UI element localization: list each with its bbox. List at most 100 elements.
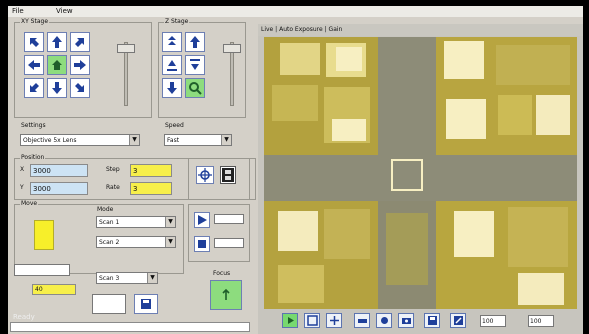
record-stop-button[interactable] — [194, 236, 210, 252]
tool-snapshot-button[interactable] — [398, 313, 414, 328]
arrow-down-right-icon — [75, 83, 84, 92]
tool-live-button[interactable] — [282, 313, 298, 328]
xy-stage-title: XY Stage — [20, 18, 50, 25]
z-position-field[interactable] — [14, 264, 70, 276]
move-up-left-button[interactable] — [24, 32, 44, 52]
film-icon — [222, 168, 234, 182]
zoom-field-2[interactable]: 100 — [528, 315, 554, 327]
move-down-left-button[interactable] — [24, 78, 44, 98]
speed-value: Fast — [167, 137, 180, 144]
arrow-down-icon — [52, 82, 62, 94]
center-button[interactable] — [47, 55, 67, 75]
objective-value: Objective 5x Lens — [23, 137, 77, 144]
step-label: Step — [106, 166, 120, 173]
status-bar: Ready — [10, 313, 250, 332]
mode-value-3: Scan 3 — [99, 275, 120, 282]
z-stage-title: Z Stage — [164, 18, 190, 25]
menu-file[interactable]: File — [12, 7, 24, 15]
move-down-button[interactable] — [47, 78, 67, 98]
rate-label: Rate — [106, 184, 120, 191]
crosshair-icon — [198, 168, 212, 182]
move-down-right-button[interactable] — [70, 78, 90, 98]
mode-dropdown-1[interactable]: Scan 1 ▼ — [96, 216, 176, 228]
z-down-button[interactable] — [162, 78, 182, 98]
tool-overlay-button[interactable] — [376, 313, 392, 328]
record-stop-field[interactable] — [214, 238, 244, 248]
z-value-field[interactable]: 40 — [32, 284, 76, 295]
z-step-down-button[interactable] — [185, 55, 205, 75]
crosshair-button[interactable] — [196, 166, 214, 184]
aux-button-1[interactable] — [92, 294, 126, 314]
arrow-right-icon — [74, 60, 86, 70]
arrow-up-right-icon — [75, 38, 84, 47]
move-up-button[interactable] — [47, 32, 67, 52]
x-field[interactable]: 3000 — [30, 164, 88, 177]
camera-title-bar: Live | Auto Exposure | Gain — [258, 24, 583, 36]
tool-export-button[interactable] — [450, 313, 466, 328]
arrow-left-icon — [28, 60, 40, 70]
move-right-button[interactable] — [70, 55, 90, 75]
live-icon — [287, 317, 294, 324]
rate-field[interactable]: 3 — [130, 182, 172, 195]
save-icon — [427, 316, 437, 325]
autofocus-button[interactable] — [185, 78, 205, 98]
microscope-image — [264, 37, 577, 309]
camera-window: Live | Auto Exposure | Gain 100 100 — [258, 24, 583, 334]
save-icon — [141, 299, 151, 309]
chevron-down-icon: ▼ — [165, 237, 175, 247]
step-up-icon — [167, 60, 177, 71]
z-up-button[interactable] — [185, 32, 205, 52]
menu-bar: File View — [8, 6, 583, 17]
export-icon — [453, 316, 463, 325]
mode-value-1: Scan 1 — [99, 219, 120, 226]
chevron-down-icon: ▼ — [221, 135, 231, 145]
tool-zoom-fit-button[interactable] — [304, 313, 320, 328]
record-start-button[interactable] — [194, 212, 210, 228]
arrow-up-icon — [52, 36, 62, 48]
move-left-button[interactable] — [24, 55, 44, 75]
stop-icon — [198, 240, 206, 248]
objective-dropdown[interactable]: Objective 5x Lens ▼ — [20, 134, 140, 146]
camera-viewport[interactable] — [264, 37, 577, 309]
tool-save-button[interactable] — [424, 313, 440, 328]
aux-button-2[interactable] — [134, 294, 158, 314]
tool-pan-button[interactable] — [326, 313, 342, 328]
camera-toolbar: 100 100 — [258, 311, 583, 333]
play-icon — [198, 215, 207, 225]
y-label: Y — [20, 184, 24, 191]
x-label: X — [20, 166, 25, 173]
position-title: Position — [20, 154, 46, 161]
z-fast-up-button[interactable] — [162, 32, 182, 52]
camera-icon — [401, 318, 411, 324]
overlay-icon — [380, 317, 388, 324]
step-field[interactable]: 3 — [130, 164, 172, 177]
record-start-field[interactable] — [214, 214, 244, 224]
pan-icon — [329, 316, 339, 325]
focus-title: Focus — [212, 270, 232, 277]
menu-view[interactable]: View — [56, 7, 73, 15]
status-text: Ready — [13, 313, 35, 321]
z-speed-slider-thumb[interactable] — [223, 44, 241, 53]
zoom-field-1[interactable]: 100 — [480, 315, 506, 327]
speed-title: Speed — [164, 122, 185, 129]
arrow-up-left-icon — [30, 38, 39, 47]
mode-dropdown-2[interactable]: Scan 2 ▼ — [96, 236, 176, 248]
focus-button[interactable] — [210, 280, 242, 310]
arrow-down-left-icon — [30, 83, 39, 92]
move-up-right-button[interactable] — [70, 32, 90, 52]
move-title: Move — [20, 200, 39, 207]
ruler-icon — [357, 319, 367, 323]
snapshot-button[interactable] — [220, 166, 236, 184]
y-field[interactable]: 3000 — [30, 182, 88, 195]
speed-dropdown[interactable]: Fast ▼ — [164, 134, 232, 146]
step-down-icon — [190, 59, 200, 70]
xy-speed-slider-thumb[interactable] — [117, 44, 135, 53]
mode-dropdown-3[interactable]: Scan 3 ▼ — [96, 272, 158, 284]
tool-measure-button[interactable] — [354, 313, 370, 328]
z-step-up-button[interactable] — [162, 55, 182, 75]
chevron-down-icon: ▼ — [147, 273, 157, 283]
chevron-down-icon: ▼ — [129, 135, 139, 145]
focus-icon — [222, 288, 230, 300]
arrow-down-icon — [167, 82, 177, 94]
zoom-fit-icon — [306, 315, 318, 326]
